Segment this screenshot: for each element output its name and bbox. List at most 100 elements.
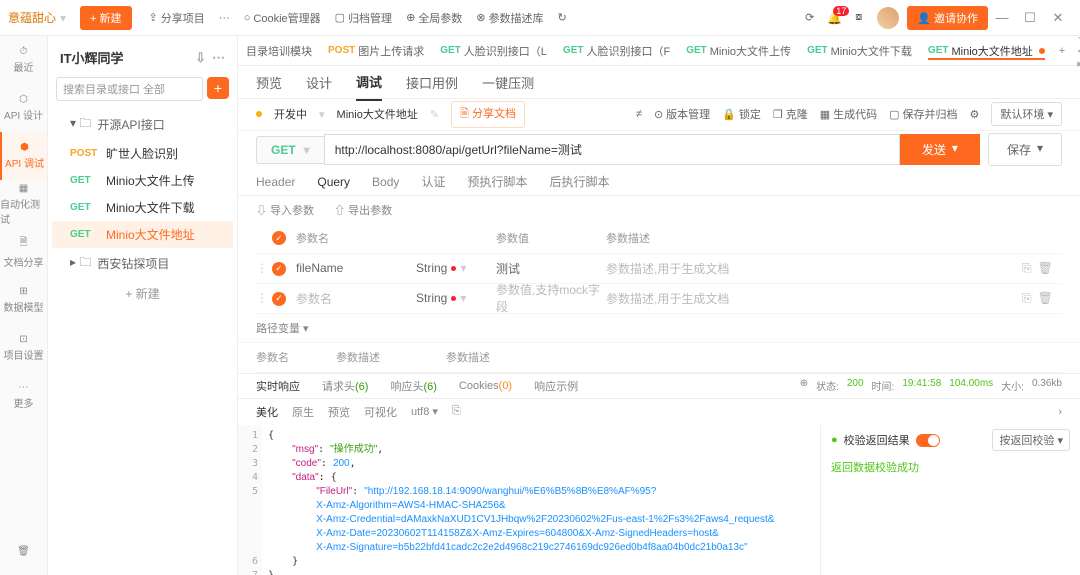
view-pretty[interactable]: 美化 <box>256 404 278 420</box>
insert-icon[interactable]: ⎘ <box>1022 291 1032 306</box>
param-name-input[interactable]: fileName <box>296 261 416 275</box>
rtab-reqhead[interactable]: 请求头(6) <box>322 378 368 394</box>
delete-icon[interactable]: 🗑 <box>1038 261 1053 276</box>
response-body[interactable]: { "msg": "操作成功", "code": 200, "data": { … <box>262 425 820 575</box>
new-button[interactable]: + 新建 <box>80 6 131 30</box>
tab-nav[interactable]: ⋯ ◂ ▸ <box>1071 36 1080 70</box>
avatar[interactable] <box>877 7 899 29</box>
minimize-icon[interactable]: — <box>988 10 1016 25</box>
invite-button[interactable]: 👤 邀请协作 <box>907 6 988 30</box>
maximize-icon[interactable]: ☐ <box>1016 10 1044 26</box>
expand-icon[interactable]: › <box>1058 406 1062 418</box>
method-select[interactable]: GET▾ <box>256 136 324 164</box>
folder-open-api[interactable]: ▾ 🗀 开源API接口 <box>52 109 233 140</box>
tab[interactable]: GET Minio大文件上传 <box>678 43 799 59</box>
tree-item-active[interactable]: GETMinio大文件地址 <box>52 221 233 248</box>
tree-item[interactable]: GETMinio大文件下载 <box>52 194 233 221</box>
tab-active[interactable]: GET Minio大文件地址 <box>920 43 1053 59</box>
subtab-design[interactable]: 设计 <box>306 73 332 92</box>
workspace-name[interactable]: 意蕴甜心 <box>8 9 56 26</box>
subtab-usecase[interactable]: 接口用例 <box>406 73 458 92</box>
sync-icon[interactable]: ⟳ <box>805 11 814 24</box>
view-raw[interactable]: 原生 <box>292 404 314 420</box>
rtab-example[interactable]: 响应示例 <box>534 378 578 394</box>
drag-icon[interactable]: ⋮⋮ <box>256 291 272 305</box>
share-project[interactable]: ⇪ 分享项目 <box>149 10 205 26</box>
settings-icon[interactable]: ⚙ <box>970 108 980 121</box>
nav-design[interactable]: ⬡API 设计 <box>0 84 47 132</box>
version-mgr[interactable]: ⊙ 版本管理 <box>654 106 710 122</box>
subtab-debug[interactable]: 调试 <box>356 72 382 101</box>
send-button[interactable]: 发送▾ <box>900 134 980 165</box>
drag-icon[interactable]: ⋮⋮ <box>256 261 272 275</box>
clone[interactable]: ❐ 克隆 <box>773 106 808 122</box>
view-visual[interactable]: 可视化 <box>364 404 397 420</box>
import-params[interactable]: ⇩ 导入参数 <box>256 202 314 218</box>
save-button[interactable]: 保存▾ <box>988 133 1062 166</box>
view-preview[interactable]: 预览 <box>328 404 350 420</box>
checkbox-on[interactable]: ✓ <box>272 262 286 276</box>
tab-auth[interactable]: 认证 <box>421 173 445 190</box>
tab[interactable]: GET 人脸识别接口（F <box>555 43 678 59</box>
param-type-select[interactable]: String▾ <box>416 291 496 305</box>
trash-icon[interactable]: 🗑 <box>0 527 47 575</box>
checkbox-on[interactable]: ✓ <box>272 292 286 306</box>
copy-icon[interactable]: ⎘ <box>452 405 461 418</box>
nav-recent[interactable]: ⏱最近 <box>0 36 47 84</box>
notification-icon[interactable]: 🔔17 <box>827 11 842 25</box>
nav-debug[interactable]: ⬢API 调试 <box>0 132 47 180</box>
tab-header[interactable]: Header <box>256 175 295 189</box>
download-icon[interactable]: ⇩ <box>195 50 206 66</box>
param-val-input[interactable]: 参数值,支持mock字段 <box>496 281 606 315</box>
tab-add[interactable]: + <box>1053 45 1071 57</box>
param-desc-input[interactable]: 参数描述,用于生成文档 <box>606 260 1022 277</box>
more-icon[interactable]: ··· <box>219 12 230 24</box>
not-equal-icon[interactable]: ≠ <box>636 108 642 120</box>
gen-code[interactable]: ▦ 生成代码 <box>820 106 877 122</box>
lock[interactable]: 🔒 锁定 <box>722 106 761 122</box>
nav-auto[interactable]: ▦自动化测试 <box>0 180 47 228</box>
folder-xian[interactable]: ▸ 🗀 西安钻探项目 <box>52 248 233 279</box>
param-name-input[interactable]: 参数名 <box>296 290 416 307</box>
subtab-press[interactable]: 一键压测 <box>482 73 534 92</box>
search-input[interactable]: 搜索目录或接口 全部 <box>56 77 203 101</box>
global-params[interactable]: ⊕ 全局参数 <box>406 10 462 26</box>
path-variable[interactable]: 路径变量 ▾ <box>238 314 1080 342</box>
menu-icon[interactable]: ⋯ <box>212 50 225 66</box>
param-val-input[interactable]: 测试 <box>496 260 606 277</box>
verify-button[interactable]: 按返回校验 ▾ <box>992 429 1070 451</box>
tab[interactable]: GET 人脸识别接口（L <box>432 43 555 59</box>
tab[interactable]: 目录培训模块 <box>238 43 320 59</box>
cookie-manager[interactable]: ○ Cookie管理器 <box>244 10 321 26</box>
export-params[interactable]: ⇧ 导出参数 <box>334 202 392 218</box>
view-enc[interactable]: utf8 ▾ <box>411 405 438 418</box>
nav-docshare[interactable]: 🗎文档分享 <box>0 228 47 276</box>
insert-icon[interactable]: ⎘ <box>1022 261 1032 276</box>
tab-query[interactable]: Query <box>317 175 350 189</box>
tree-item[interactable]: GETMinio大文件上传 <box>52 167 233 194</box>
tree-item[interactable]: POST旷世人脸识别 <box>52 140 233 167</box>
archive[interactable]: ▢ 保存并归档 <box>889 106 957 122</box>
nav-proj[interactable]: ⊡项目设置 <box>0 324 47 372</box>
tab-post[interactable]: 后执行脚本 <box>549 173 609 190</box>
edit-icon[interactable]: ✎ <box>430 108 439 121</box>
add-button[interactable]: + <box>207 77 229 99</box>
archive-manager[interactable]: ▢ 归档管理 <box>335 10 392 26</box>
refresh-icon[interactable]: ↻ <box>558 11 567 24</box>
nav-datamodel[interactable]: ⊞数据模型 <box>0 276 47 324</box>
tab[interactable]: GET Minio大文件下载 <box>799 43 920 59</box>
delete-icon[interactable]: 🗑 <box>1038 291 1053 306</box>
rtab-cookies[interactable]: Cookies(0) <box>459 380 512 392</box>
tree-add[interactable]: + 新建 <box>52 279 233 308</box>
rtab-realtime[interactable]: 实时响应 <box>256 378 300 394</box>
dev-status[interactable]: 开发中 <box>274 106 307 122</box>
env-select[interactable]: 默认环境 ▾ <box>991 102 1062 126</box>
param-desc-input[interactable]: 参数描述,用于生成文档 <box>606 290 1022 307</box>
tab[interactable]: POST 图片上传请求 <box>320 43 432 59</box>
tab-pre[interactable]: 预执行脚本 <box>467 173 527 190</box>
url-input[interactable]: http://localhost:8080/api/getUrl?fileNam… <box>324 134 900 165</box>
close-icon[interactable]: ✕ <box>1044 10 1072 26</box>
nav-more[interactable]: ⋯更多 <box>0 372 47 420</box>
param-type-select[interactable]: String▾ <box>416 261 496 275</box>
verify-switch[interactable] <box>916 434 940 447</box>
